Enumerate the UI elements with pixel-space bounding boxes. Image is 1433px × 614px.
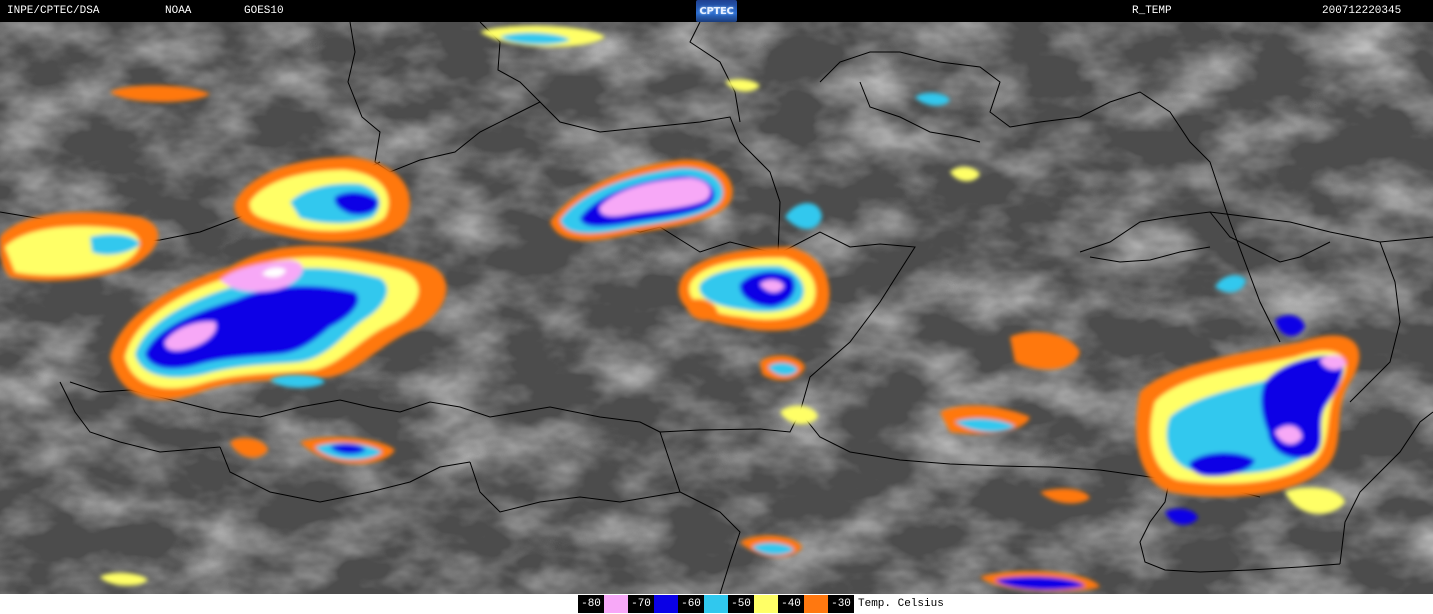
legend-label: -50 bbox=[728, 595, 754, 613]
legend-swatch bbox=[654, 595, 678, 613]
legend-label: -80 bbox=[578, 595, 604, 613]
legend-item: -80 bbox=[578, 595, 628, 613]
satellite-label: GOES10 bbox=[244, 5, 284, 17]
product-label: R_TEMP bbox=[1132, 5, 1172, 17]
legend-swatch bbox=[754, 595, 778, 613]
legend-item: -70 bbox=[628, 595, 678, 613]
legend-item: -50 bbox=[728, 595, 778, 613]
logo-text: CPTEC bbox=[699, 5, 734, 17]
legend-swatch bbox=[704, 595, 728, 613]
legend-items: -80 -70 -60 -50 -40 -30 Temp. Celsius bbox=[578, 595, 944, 613]
legend-swatch bbox=[804, 595, 828, 613]
legend-label: -40 bbox=[778, 595, 804, 613]
legend-label: -30 bbox=[828, 595, 854, 613]
cptec-logo: CPTEC bbox=[696, 0, 737, 22]
legend-item: -60 bbox=[678, 595, 728, 613]
legend-item: -30 bbox=[828, 595, 854, 613]
timestamp-label: 200712220345 bbox=[1322, 5, 1402, 17]
source-label: INPE/CPTEC/DSA bbox=[7, 5, 100, 17]
legend-swatch bbox=[604, 595, 628, 613]
legend-label: -70 bbox=[628, 595, 654, 613]
header-bar: INPE/CPTEC/DSA NOAA GOES10 CPTEC R_TEMP … bbox=[0, 0, 1433, 22]
agency-label: NOAA bbox=[165, 5, 192, 17]
legend-label: -60 bbox=[678, 595, 704, 613]
satellite-map bbox=[0, 22, 1433, 594]
temperature-legend: -80 -70 -60 -50 -40 -30 Temp. Celsius bbox=[0, 594, 1433, 614]
legend-title: Temp. Celsius bbox=[858, 598, 944, 610]
legend-item: -40 bbox=[778, 595, 828, 613]
